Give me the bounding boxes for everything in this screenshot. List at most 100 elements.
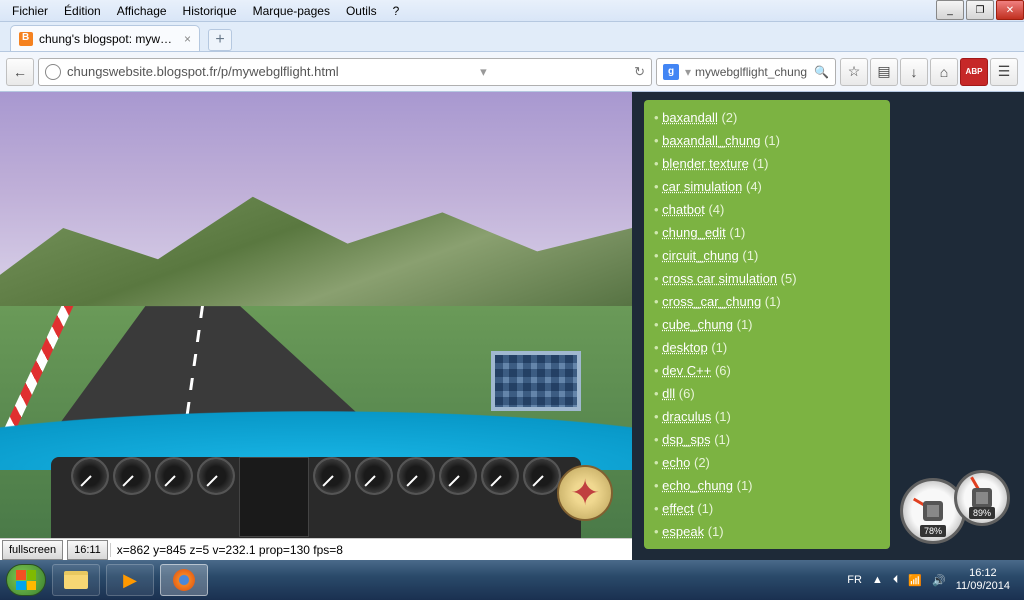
dropdown-icon[interactable]: ▾ <box>480 64 487 80</box>
tag-item[interactable]: echo_chung (1) <box>654 474 880 497</box>
tag-item[interactable]: cross_car_chung (1) <box>654 290 880 313</box>
tag-link[interactable]: baxandall_chung <box>662 133 760 148</box>
menu-view[interactable]: Affichage <box>109 2 175 20</box>
tag-link[interactable]: echo <box>662 455 690 470</box>
page-content: fullscreen 16:11 x=862 y=845 z=5 v=232.1… <box>0 92 1024 560</box>
tab-title: chung's blogspot: myweb... <box>39 32 178 46</box>
tag-item[interactable]: espeak (1) <box>654 520 880 543</box>
hamburger-menu-icon[interactable]: ☰ <box>990 58 1018 86</box>
compass-rose-icon <box>557 465 613 521</box>
flight-sim-canvas[interactable] <box>0 92 632 538</box>
tag-count: (5) <box>777 271 797 286</box>
tag-link[interactable]: cross car simulation <box>662 271 777 286</box>
tag-count: (1) <box>733 317 753 332</box>
tag-link[interactable]: dev C++ <box>662 363 711 378</box>
tag-item[interactable]: dsp_sps (1) <box>654 428 880 451</box>
menu-file[interactable]: Fichier <box>4 2 56 20</box>
tag-link[interactable]: car simulation <box>662 179 742 194</box>
browser-tab[interactable]: chung's blogspot: myweb... × <box>10 25 200 51</box>
tag-item[interactable]: dev C++ (6) <box>654 359 880 382</box>
tag-link[interactable]: blender texture <box>662 156 749 171</box>
menu-help[interactable]: ? <box>385 2 408 20</box>
tag-link[interactable]: espeak <box>662 524 704 539</box>
start-button[interactable] <box>6 564 46 596</box>
url-text: chungswebsite.blogspot.fr/p/mywebglfligh… <box>67 64 339 79</box>
menu-bookmarks[interactable]: Marque-pages <box>245 2 338 20</box>
close-button[interactable]: ✕ <box>996 0 1024 20</box>
tag-count: (1) <box>708 340 728 355</box>
tag-item[interactable]: dll (6) <box>654 382 880 405</box>
downloads-icon[interactable]: ↓ <box>900 58 928 86</box>
back-button[interactable]: ← <box>6 58 34 86</box>
search-icon[interactable]: 🔍 <box>814 65 829 79</box>
tag-count: (1) <box>760 133 780 148</box>
search-dropdown-icon[interactable]: ▾ <box>685 65 691 79</box>
tray-volume-icon[interactable]: 🔊 <box>932 574 946 587</box>
tag-item[interactable]: draculus (1) <box>654 405 880 428</box>
cpu-chip-icon <box>923 501 943 521</box>
tag-count: (1) <box>739 248 759 263</box>
taskbar-explorer[interactable] <box>52 564 100 596</box>
tag-link[interactable]: baxandall <box>662 110 718 125</box>
blogger-icon <box>19 32 33 46</box>
tag-link[interactable]: chung_edit <box>662 225 726 240</box>
bookmark-star-icon[interactable]: ☆ <box>840 58 868 86</box>
search-input[interactable]: g ▾ mywebglflight_chung 🔍 <box>656 58 836 86</box>
gauge-icon <box>313 457 351 495</box>
gauge-icon <box>113 457 151 495</box>
new-tab-button[interactable]: + <box>208 29 232 51</box>
minimize-button[interactable]: _ <box>936 0 964 20</box>
menu-edit[interactable]: Édition <box>56 2 109 20</box>
home-icon[interactable]: ⌂ <box>930 58 958 86</box>
tag-link[interactable]: dll <box>662 386 675 401</box>
tag-count: (6) <box>675 386 695 401</box>
tag-item[interactable]: car simulation (4) <box>654 175 880 198</box>
tag-item[interactable]: chung_edit (1) <box>654 221 880 244</box>
taskbar-clock[interactable]: 16:12 11/09/2014 <box>956 567 1010 593</box>
tag-link[interactable]: echo_chung <box>662 478 733 493</box>
tag-item[interactable]: echo (2) <box>654 451 880 474</box>
tag-item[interactable]: blender texture (1) <box>654 152 880 175</box>
tag-link[interactable]: circuit_chung <box>662 248 739 263</box>
tag-link[interactable]: cube_chung <box>662 317 733 332</box>
tag-item[interactable]: baxandall (2) <box>654 106 880 129</box>
tag-item[interactable]: baxandall_chung (1) <box>654 129 880 152</box>
adblock-icon[interactable]: ABP <box>960 58 988 86</box>
tag-count: (1) <box>704 524 724 539</box>
reload-icon[interactable]: ↻ <box>634 64 645 80</box>
tag-link[interactable]: desktop <box>662 340 708 355</box>
tag-item[interactable]: cube_chung (1) <box>654 313 880 336</box>
tab-close-icon[interactable]: × <box>184 32 191 46</box>
library-icon[interactable]: ▤ <box>870 58 898 86</box>
tag-count: (1) <box>711 409 731 424</box>
game-column: fullscreen 16:11 x=862 y=845 z=5 v=232.1… <box>0 92 632 560</box>
tag-count: (1) <box>694 501 714 516</box>
tray-wifi-icon[interactable]: 📶 <box>908 574 922 587</box>
tag-item[interactable]: desktop (1) <box>654 336 880 359</box>
gauge-icon <box>523 457 561 495</box>
tag-link[interactable]: effect <box>662 501 694 516</box>
tray-net-icon[interactable]: ⏴ <box>893 574 899 587</box>
taskbar-firefox[interactable] <box>160 564 208 596</box>
fullscreen-button[interactable]: fullscreen <box>2 540 63 560</box>
tag-link[interactable]: draculus <box>662 409 711 424</box>
menu-history[interactable]: Historique <box>175 2 245 20</box>
tag-link[interactable]: chatbot <box>662 202 705 217</box>
taskbar-mediaplayer[interactable]: ▶ <box>106 564 154 596</box>
tag-item[interactable]: circuit_chung (1) <box>654 244 880 267</box>
tray-flag-icon[interactable]: ▲ <box>872 574 883 586</box>
url-input[interactable]: chungswebsite.blogspot.fr/p/mywebglfligh… <box>38 58 652 86</box>
maximize-button[interactable]: ❐ <box>966 0 994 20</box>
ram-meter-gadget[interactable]: 89% <box>954 470 1010 526</box>
gauge-icon <box>397 457 435 495</box>
ram-chip-icon <box>972 488 992 508</box>
tag-item[interactable]: cross car simulation (5) <box>654 267 880 290</box>
ram-percent: 89% <box>969 507 995 519</box>
menu-tools[interactable]: Outils <box>338 2 385 20</box>
tag-count: (4) <box>742 179 762 194</box>
tag-item[interactable]: effect (1) <box>654 497 880 520</box>
tag-item[interactable]: chatbot (4) <box>654 198 880 221</box>
language-indicator[interactable]: FR <box>847 574 862 586</box>
tag-link[interactable]: dsp_sps <box>662 432 710 447</box>
tag-link[interactable]: cross_car_chung <box>662 294 761 309</box>
